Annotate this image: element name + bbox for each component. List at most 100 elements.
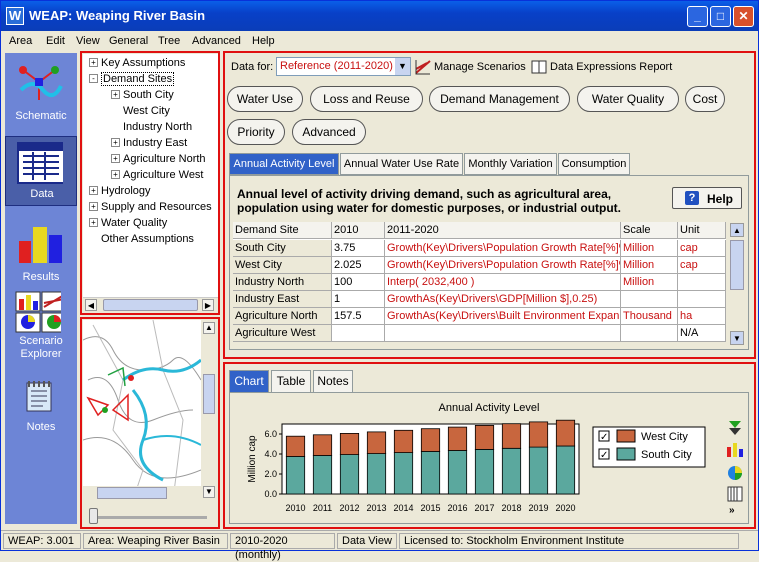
table-cell[interactable]: South City [233, 240, 332, 257]
menu-area[interactable]: Area [9, 35, 32, 47]
map-vscroll[interactable]: ▲ ▼ [201, 320, 217, 500]
tree-item[interactable]: - Demand Sites [89, 72, 175, 86]
expand-icon[interactable]: + [89, 202, 98, 211]
expand-icon[interactable]: + [89, 186, 98, 195]
menu-edit[interactable]: Edit [46, 35, 65, 47]
tree-item[interactable]: + Agriculture North [111, 153, 206, 165]
scroll-left-icon[interactable]: ◀ [85, 299, 97, 311]
tab-table[interactable]: Table [271, 370, 311, 393]
tab-notes[interactable]: Notes [313, 370, 353, 393]
menu-general[interactable]: General [109, 35, 148, 47]
category-priority[interactable]: Priority [227, 119, 285, 145]
table-cell[interactable]: 3.75 [332, 240, 385, 257]
table-cell[interactable]: Industry North [233, 274, 332, 291]
tree-item[interactable]: + Hydrology [89, 185, 151, 197]
tree-item[interactable]: + Supply and Resources [89, 201, 212, 213]
scroll-down-icon[interactable]: ▼ [730, 331, 744, 345]
view-results[interactable]: Results [5, 215, 77, 285]
tree-item[interactable]: + Water Quality [89, 217, 167, 229]
category-water-quality[interactable]: Water Quality [577, 86, 679, 112]
scroll-up-icon[interactable]: ▲ [203, 322, 215, 334]
zoom-thumb[interactable] [89, 508, 98, 524]
expand-icon[interactable]: + [111, 90, 120, 99]
scroll-down-icon[interactable]: ▼ [203, 486, 215, 498]
schematic-map[interactable] [83, 320, 201, 500]
zoom-slider[interactable] [89, 506, 209, 526]
tree-item[interactable]: + Agriculture West [111, 169, 204, 181]
chart-type-icon[interactable] [725, 419, 745, 437]
category-advanced[interactable]: Advanced [292, 119, 366, 145]
category-water-use[interactable]: Water Use [227, 86, 303, 112]
table-cell[interactable]: cap [678, 257, 726, 274]
table-cell[interactable] [678, 291, 726, 308]
table-header[interactable]: Demand Site [233, 222, 332, 239]
table-cell[interactable] [678, 274, 726, 291]
table-cell[interactable]: Growth(Key\Drivers\Population Growth Rat… [385, 257, 621, 274]
table-cell[interactable]: Agriculture West [233, 325, 332, 342]
tree-item[interactable]: Other Assumptions [89, 233, 194, 245]
table-cell[interactable]: GrowthAs(Key\Drivers\GDP[Million $],0.25… [385, 291, 621, 308]
tab-consumption[interactable]: Consumption [558, 153, 630, 175]
table-cell[interactable]: 157.5 [332, 308, 385, 325]
tab-annual-activity-level[interactable]: Annual Activity Level [229, 153, 339, 175]
view-notes[interactable]: Notes [5, 375, 77, 435]
table-cell[interactable]: Million [621, 274, 678, 291]
view-data[interactable]: Data [5, 136, 77, 206]
help-button[interactable]: ? Help [672, 187, 742, 209]
table-cell[interactable]: Million [621, 257, 678, 274]
scroll-right-icon[interactable]: ▶ [202, 299, 214, 311]
view-scenario-explorer[interactable]: Scenario Explorer [5, 291, 77, 367]
map-vscroll-thumb[interactable] [203, 374, 215, 414]
menu-view[interactable]: View [76, 35, 100, 47]
expand-icon[interactable]: + [89, 218, 98, 227]
category-demand-management[interactable]: Demand Management [429, 86, 570, 112]
table-header[interactable]: Unit [678, 222, 726, 239]
expand-icon[interactable]: + [111, 154, 120, 163]
tab-monthly-variation[interactable]: Monthly Variation [464, 153, 557, 175]
category-cost[interactable]: Cost [685, 86, 725, 112]
tab-annual-water-use-rate[interactable]: Annual Water Use Rate [340, 153, 463, 175]
table-header[interactable]: 2011-2020 [385, 222, 621, 239]
table-cell[interactable] [332, 325, 385, 342]
table-cell[interactable]: Thousand [621, 308, 678, 325]
table-cell[interactable]: Industry East [233, 291, 332, 308]
chevron-double-down-icon[interactable]: » [729, 505, 735, 516]
table-cell[interactable]: GrowthAs(Key\Drivers\Built Environment E… [385, 308, 621, 325]
scenario-select[interactable]: Reference (2011-2020) ▼ [276, 57, 411, 76]
view-schematic[interactable]: Schematic [5, 58, 77, 128]
tab-chart[interactable]: Chart [229, 370, 269, 393]
tree-hscroll-thumb[interactable] [103, 299, 198, 311]
menu-tree[interactable]: Tree [158, 35, 180, 47]
table-vscroll[interactable]: ▲ ▼ [729, 222, 745, 346]
table-view-icon[interactable] [725, 485, 745, 503]
tree-item[interactable]: + South City [111, 89, 174, 101]
minimize-button[interactable]: _ [687, 6, 708, 27]
menu-help[interactable]: Help [252, 35, 275, 47]
table-header[interactable]: Scale [621, 222, 678, 239]
table-cell[interactable]: West City [233, 257, 332, 274]
map-hscroll-thumb[interactable] [97, 487, 167, 499]
tree-item[interactable]: West City [111, 105, 170, 117]
collapse-icon[interactable]: - [89, 74, 98, 83]
table-cell[interactable]: 2.025 [332, 257, 385, 274]
scroll-up-icon[interactable]: ▲ [730, 223, 744, 237]
table-cell[interactable] [621, 291, 678, 308]
tree-hscroll[interactable]: ◀ ▶ [83, 297, 218, 312]
table-cell[interactable]: Interp( 2032,400 ) [385, 274, 621, 291]
table-cell[interactable] [385, 325, 621, 342]
table-cell[interactable] [621, 325, 678, 342]
chevron-down-icon[interactable]: ▼ [395, 58, 410, 75]
table-cell[interactable]: Million [621, 240, 678, 257]
pie-chart-icon[interactable] [725, 463, 745, 481]
maximize-button[interactable]: □ [710, 6, 731, 27]
table-cell[interactable]: Growth(Key\Drivers\Population Growth Rat… [385, 240, 621, 257]
table-cell[interactable]: 100 [332, 274, 385, 291]
expand-icon[interactable]: + [111, 138, 120, 147]
table-header[interactable]: 2010 [332, 222, 385, 239]
table-cell[interactable]: cap [678, 240, 726, 257]
tree-item[interactable]: + Industry East [111, 137, 187, 149]
expand-icon[interactable]: + [89, 58, 98, 67]
tree-item[interactable]: Industry North [111, 121, 192, 133]
close-button[interactable]: ✕ [733, 6, 754, 27]
expand-icon[interactable]: + [111, 170, 120, 179]
